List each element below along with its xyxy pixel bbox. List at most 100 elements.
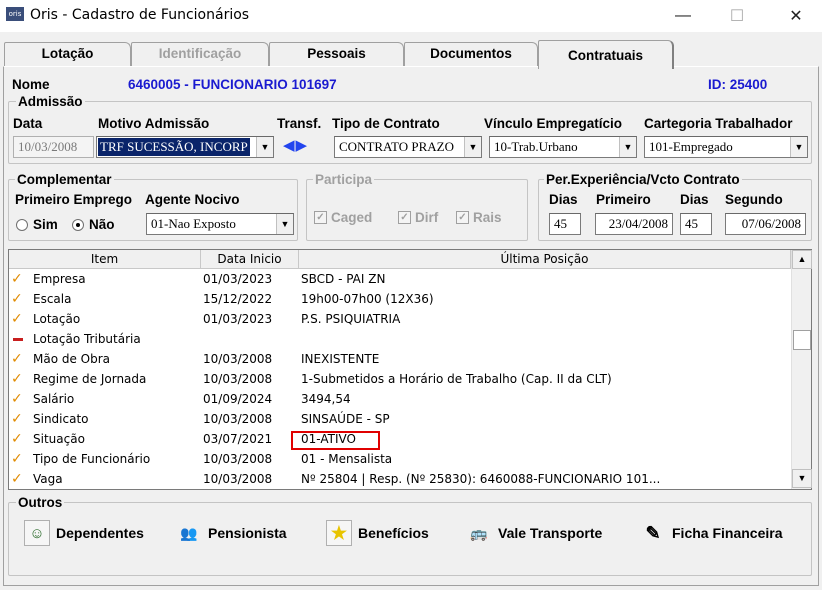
check-icon: ✓ [11, 271, 23, 287]
segundo-label: Segundo [725, 192, 783, 207]
window-title: Oris - Cadastro de Funcionários [30, 7, 250, 23]
dias1-field[interactable]: 45 [549, 213, 581, 235]
cell-item: Regime de Jornada [33, 372, 147, 386]
data-label: Data [13, 116, 43, 131]
chevron-down-icon[interactable]: ▼ [276, 214, 293, 234]
rais-checkbox: ✓ Rais [456, 210, 502, 225]
nome-label: Nome [12, 77, 50, 92]
transf-label: Transf. [277, 116, 322, 131]
table-row[interactable]: ✓ Regime de Jornada 10/03/2008 1-Submetidos… [9, 369, 793, 389]
scroll-thumb[interactable] [793, 330, 811, 350]
cell-data-inicio: 03/07/2021 [203, 432, 273, 446]
scroll-up-button[interactable]: ▲ [792, 250, 812, 269]
table-row[interactable]: ✓ Lotação 01/03/2023 P.S. PSIQUIATRIA [9, 309, 793, 329]
employee-name: 6460005 - FUNCIONARIO 101697 [128, 77, 337, 92]
positions-grid[interactable]: Item Data Inicio Última Posição ✓ Empresa… [8, 249, 812, 490]
dependentes-button[interactable]: ☺ Dependentes [24, 515, 144, 551]
tab-contratuais[interactable]: Contratuais [538, 40, 674, 69]
table-row[interactable]: Lotação Tributária [9, 329, 793, 349]
minimize-button[interactable]: — [660, 0, 706, 32]
dirf-label: Dirf [415, 210, 439, 225]
chevron-down-icon[interactable]: ▼ [464, 137, 481, 157]
bus-icon: 🚌 [470, 524, 488, 541]
chevron-down-icon[interactable]: ▼ [256, 137, 273, 157]
cell-ultima-posicao: P.S. PSIQUIATRIA [301, 312, 401, 326]
chevron-down-icon[interactable]: ▼ [790, 137, 807, 157]
tab-identificacao: Identificação [131, 42, 269, 66]
vertical-scrollbar[interactable]: ▲ ▼ [791, 250, 812, 489]
check-icon: ✓ [398, 211, 411, 224]
cell-ultima-posicao: Nº 25804 | Resp. (Nº 25830): 6460088-FUN… [301, 472, 661, 486]
cell-item: Vaga [33, 472, 63, 486]
pensionista-button[interactable]: 👥 Pensionista [176, 515, 286, 551]
sim-label: Sim [33, 217, 58, 232]
nao-label: Não [89, 217, 115, 232]
cell-item: Lotação Tributária [33, 332, 141, 346]
column-header-item[interactable]: Item [9, 250, 201, 269]
outros-title: Outros [16, 495, 65, 510]
tipo-contrato-label: Tipo de Contrato [332, 116, 440, 131]
tipo-contrato-select[interactable]: CONTRATO PRAZO ▼ [334, 136, 482, 158]
table-row[interactable]: ✓ Vaga 10/03/2008 Nº 25804 | Resp. (Nº 2583… [9, 469, 793, 489]
star-icon: ★ [326, 520, 352, 546]
table-row[interactable]: ✓ Empresa 01/03/2023 SBCD - PAI ZN [9, 269, 793, 289]
tab-lotacao[interactable]: Lotação [4, 42, 131, 66]
person-icon: ☺ [24, 520, 50, 546]
close-button[interactable]: ✕ [773, 0, 819, 32]
segundo-field[interactable]: 07/06/2008 [725, 213, 806, 235]
column-header-data-inicio[interactable]: Data Inicio [201, 250, 299, 269]
table-row[interactable]: ✓ Sindicato 10/03/2008 SINSAÚDE - SP [9, 409, 793, 429]
vale-transporte-button[interactable]: 🚌 Vale Transporte [466, 515, 602, 551]
scroll-down-button[interactable]: ▼ [792, 469, 812, 488]
table-row[interactable]: ✓ Mão de Obra 10/03/2008 INEXISTENTE [9, 349, 793, 369]
categoria-select[interactable]: 101-Empregado ▼ [644, 136, 808, 158]
dias2-label: Dias [680, 192, 709, 207]
vinculo-select[interactable]: 10-Trab.Urbano ▼ [489, 136, 637, 158]
tab-documentos[interactable]: Documentos [404, 42, 538, 66]
experiencia-title: Per.Experiência/Vcto Contrato [544, 172, 742, 187]
cell-ultima-posicao: 1-Submetidos a Horário de Trabalho (Cap.… [301, 372, 612, 386]
dash-icon [11, 329, 25, 349]
cell-ultima-posicao: 3494,54 [301, 392, 351, 406]
cell-ultima-posicao: SINSAÚDE - SP [301, 412, 390, 426]
cell-item: Sindicato [33, 412, 89, 426]
motivo-select[interactable]: TRF SUCESSÃO, INCORP ▼ [96, 136, 274, 158]
cell-ultima-posicao: 19h00-07h00 (12X36) [301, 292, 434, 306]
primeiro-field[interactable]: 23/04/2008 [595, 213, 673, 235]
document-icon: ✎ [645, 522, 661, 543]
tab-pessoais[interactable]: Pessoais [269, 42, 404, 66]
maximize-button[interactable]: ☐ [714, 0, 760, 32]
highlight-box [291, 431, 380, 450]
check-icon: ✓ [11, 351, 23, 367]
transfer-arrows-icon[interactable]: ◀▶ [283, 136, 308, 154]
agente-nocivo-select[interactable]: 01-Nao Exposto ▼ [146, 213, 294, 235]
cell-item: Empresa [33, 272, 86, 286]
chevron-down-icon[interactable]: ▼ [619, 137, 636, 157]
radio-button[interactable] [72, 218, 84, 231]
table-row[interactable]: ✓ Situação 03/07/2021 01-ATIVO [9, 429, 793, 449]
beneficios-button[interactable]: ★ Benefícios [326, 515, 429, 551]
sim-radio[interactable]: Sim [16, 217, 58, 232]
caged-checkbox: ✓ Caged [314, 210, 372, 225]
cell-data-inicio: 10/03/2008 [203, 412, 273, 426]
column-header-ultima-posicao[interactable]: Última Posição [299, 250, 791, 269]
ficha-financeira-button[interactable]: ✎ Ficha Financeira [640, 515, 782, 551]
employee-id: ID: 25400 [708, 77, 768, 92]
primeiro-label: Primeiro [596, 192, 651, 207]
caged-label: Caged [331, 210, 373, 225]
check-icon: ✓ [11, 311, 23, 327]
table-row[interactable]: ✓ Tipo de Funcionário 10/03/2008 01 - Mensa… [9, 449, 793, 469]
cell-item: Tipo de Funcionário [33, 452, 151, 466]
ficha-financeira-label: Ficha Financeira [672, 525, 783, 541]
cell-data-inicio: 10/03/2008 [203, 472, 273, 486]
nao-radio[interactable]: Não [72, 217, 115, 232]
table-row[interactable]: ✓ Salário 01/09/2024 3494,54 [9, 389, 793, 409]
motivo-label: Motivo Admissão [98, 116, 210, 131]
dias2-field[interactable]: 45 [680, 213, 712, 235]
check-icon: ✓ [314, 211, 327, 224]
table-row[interactable]: ✓ Escala 15/12/2022 19h00-07h00 (12X36) [9, 289, 793, 309]
check-icon: ✓ [11, 391, 23, 407]
cell-data-inicio: 10/03/2008 [203, 452, 273, 466]
dias1-label: Dias [549, 192, 578, 207]
radio-button[interactable] [16, 218, 28, 231]
